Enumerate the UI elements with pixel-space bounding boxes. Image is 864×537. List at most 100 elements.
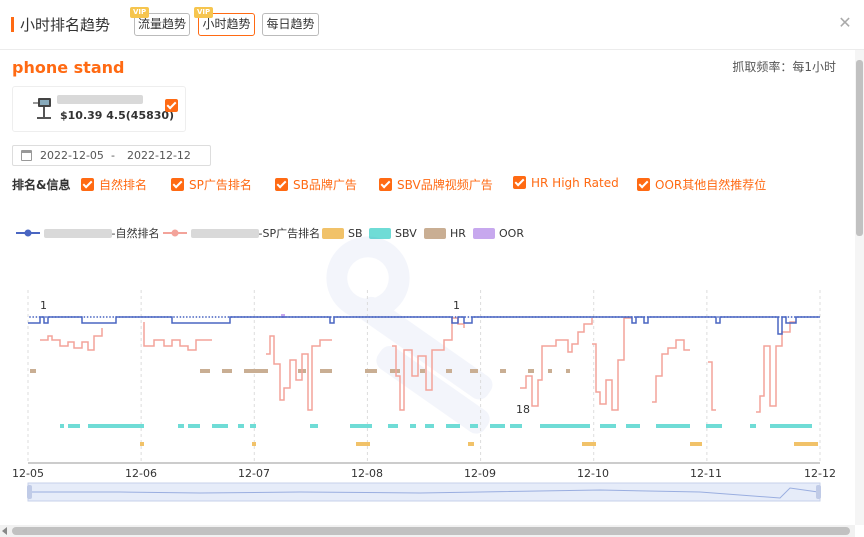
vertical-scroll-thumb[interactable] <box>856 60 863 236</box>
organic-rank-point <box>240 316 243 318</box>
legend-sb-swatch <box>322 227 344 239</box>
calendar-icon <box>21 150 32 161</box>
organic-rank-point <box>246 316 249 318</box>
annotation-label: 1 <box>40 299 47 312</box>
close-icon[interactable]: ✕ <box>838 15 852 31</box>
filter-sb[interactable]: SB品牌广告 <box>275 176 357 193</box>
legend-oor-swatch <box>473 227 495 239</box>
organic-rank-point <box>528 316 531 318</box>
organic-rank-point <box>208 316 211 318</box>
organic-rank-point <box>457 316 460 318</box>
organic-rank-point <box>406 316 409 318</box>
tab-daily-trend[interactable]: 每日趋势 <box>262 13 319 36</box>
organic-rank-point <box>573 316 575 318</box>
organic-rank-point <box>272 316 275 318</box>
filter-hr[interactable]: HR High Rated <box>513 176 619 190</box>
organic-rank-point <box>694 316 697 318</box>
organic-rank-point <box>32 316 35 318</box>
product-card[interactable]: $10.39 4.5(45830) <box>12 86 186 132</box>
filter-sp-rank[interactable]: SP广告排名 <box>171 176 252 193</box>
organic-rank-point <box>445 316 447 318</box>
hr-mark <box>420 369 425 373</box>
organic-rank-point <box>166 316 169 318</box>
filter-organic-rank[interactable]: 自然排名 <box>81 176 147 193</box>
sbv-mark <box>178 424 184 428</box>
vertical-scrollbar[interactable] <box>855 50 864 525</box>
checkbox[interactable] <box>637 178 650 191</box>
organic-rank-point <box>566 316 569 318</box>
organic-rank-point <box>310 316 313 318</box>
organic-rank-point <box>736 316 739 318</box>
legend-organic[interactable]: -自然排名 <box>16 227 159 241</box>
organic-rank-point <box>179 316 182 318</box>
tab-label: 流量趋势 <box>137 17 186 31</box>
organic-rank-point <box>742 316 745 318</box>
sbv-mark <box>540 424 590 428</box>
chart-series-organic <box>28 316 820 335</box>
zoom-handle-left[interactable] <box>27 485 32 499</box>
organic-rank-point <box>464 316 467 318</box>
organic-rank-point <box>371 316 374 318</box>
x-tick-label: 12-06 <box>125 467 157 480</box>
organic-rank-point <box>397 316 399 318</box>
checkbox[interactable] <box>513 176 526 189</box>
sbv-mark <box>212 424 228 428</box>
filter-sbv[interactable]: SBV品牌视频广告 <box>379 176 493 193</box>
organic-rank-point <box>640 316 643 318</box>
organic-rank-point <box>374 316 377 318</box>
organic-rank-point <box>64 316 67 318</box>
organic-rank-point <box>787 316 790 318</box>
filter-oor[interactable]: OOR其他自然推荐位 <box>637 176 766 193</box>
scroll-left-arrow-icon[interactable] <box>2 527 7 535</box>
checkbox[interactable] <box>81 178 94 191</box>
legend-oor[interactable]: OOR <box>473 227 524 241</box>
organic-rank-point <box>259 316 262 318</box>
date-separator: - <box>111 149 115 162</box>
rank-trend-chart[interactable]: 1 1 18 12-05 12-06 12-07 12-08 12-09 12-… <box>0 280 864 510</box>
legend-sb[interactable]: SB <box>322 227 363 241</box>
organic-rank-point <box>627 316 630 318</box>
x-tick-label: 12-05 <box>12 467 44 480</box>
checkbox[interactable] <box>275 178 288 191</box>
organic-rank-point <box>454 316 457 318</box>
organic-rank-point <box>381 316 383 318</box>
legend-sp[interactable]: -SP广告排名 <box>163 227 320 241</box>
hr-mark <box>320 369 332 373</box>
organic-rank-point <box>160 316 163 318</box>
checkbox[interactable] <box>379 178 392 191</box>
chart-grid <box>27 290 821 463</box>
organic-rank-point <box>614 316 617 318</box>
vip-badge: VIP <box>194 7 214 18</box>
sbv-mark <box>600 424 616 428</box>
legend-sbv[interactable]: SBV <box>369 227 417 241</box>
product-thumbnail <box>33 98 51 119</box>
legend-hr[interactable]: HR <box>424 227 466 241</box>
legend-organic-label: -自然排名 <box>111 227 160 240</box>
checkbox[interactable] <box>171 178 184 191</box>
date-range-picker[interactable]: 2022-12-05 - 2022-12-12 <box>12 145 211 166</box>
organic-rank-point <box>102 316 105 318</box>
organic-rank-point <box>803 316 806 318</box>
sbv-mark <box>188 424 200 428</box>
organic-rank-point <box>192 316 195 318</box>
organic-rank-point <box>419 316 422 318</box>
sbv-mark <box>470 424 478 428</box>
organic-rank-point <box>448 316 451 318</box>
sbv-mark <box>88 424 144 428</box>
organic-rank-point <box>249 316 252 318</box>
organic-rank-point <box>771 316 774 318</box>
zoom-handle-right[interactable] <box>816 485 821 499</box>
horizontal-scrollbar[interactable] <box>0 525 855 537</box>
tab-hourly-trend[interactable]: VIP 小时趋势 <box>194 7 255 36</box>
organic-rank-point <box>291 316 294 318</box>
organic-rank-point <box>141 316 143 318</box>
organic-rank-point <box>201 316 204 318</box>
product-checkbox[interactable] <box>165 99 178 112</box>
organic-rank-point <box>553 316 556 318</box>
organic-rank-point <box>541 316 543 318</box>
organic-rank-point <box>153 316 156 318</box>
data-zoom-slider[interactable] <box>27 482 821 502</box>
horizontal-scroll-thumb[interactable] <box>12 527 850 535</box>
organic-rank-point <box>713 316 716 318</box>
tab-traffic-trend[interactable]: VIP 流量趋势 <box>130 7 190 36</box>
